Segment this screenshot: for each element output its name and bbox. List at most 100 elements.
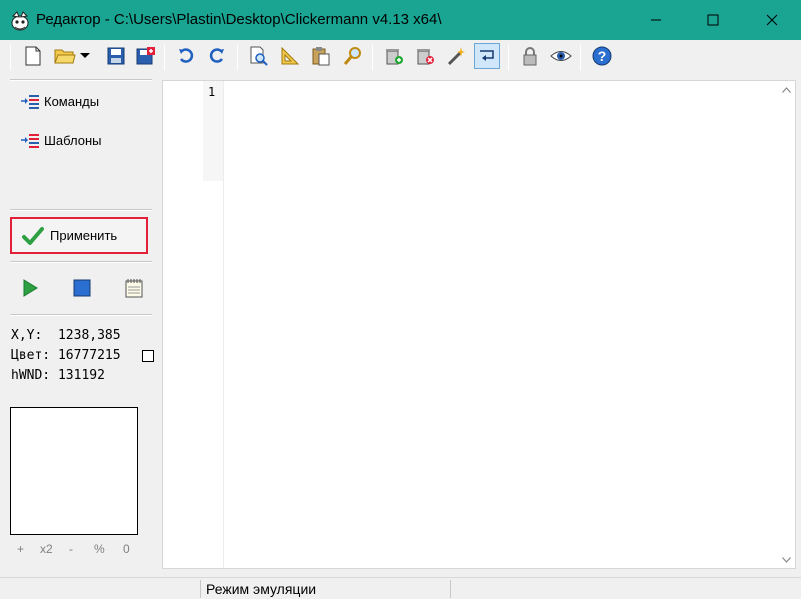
eye-icon — [550, 51, 572, 61]
redo-icon — [209, 48, 224, 63]
play-icon — [23, 279, 38, 297]
open-dropdown-button[interactable] — [78, 43, 92, 69]
scroll-up-button[interactable] — [778, 81, 795, 98]
floppy-red-icon — [136, 47, 155, 65]
wrap-icon — [480, 50, 494, 61]
sidebar-item-label: Команды — [44, 93, 100, 109]
gutter-border — [223, 81, 224, 568]
stop-button[interactable] — [70, 276, 94, 300]
sidebar-item-label: Шаблоны — [44, 132, 102, 148]
status-bar: Режим эмуляции — [0, 577, 801, 599]
toolbar-separator — [508, 44, 509, 70]
toolbar-separator — [164, 44, 165, 70]
color-readout: Цвет: 16777215 — [11, 348, 121, 363]
minimize-button[interactable] — [633, 0, 679, 40]
coords-value: 1238,385 — [57, 328, 121, 343]
wand-icon — [447, 47, 465, 66]
folder-open-icon — [54, 49, 76, 64]
status-mode: Режим эмуляции — [206, 581, 317, 597]
window-title: Редактор - C:\Users\Plastin\Desktop\Clic… — [36, 11, 442, 28]
color-swatch — [142, 350, 154, 362]
delete-trash-button[interactable] — [412, 43, 438, 69]
dropdown-arrow-icon — [80, 53, 90, 58]
commands-icon — [21, 95, 39, 109]
color-value: 16777215 — [57, 348, 121, 363]
zoom-plus-button[interactable]: + — [17, 542, 24, 556]
app-icon[interactable] — [9, 10, 31, 32]
toolbar: ? — [0, 40, 801, 73]
help-button[interactable]: ? — [589, 43, 615, 69]
search-button[interactable] — [340, 43, 366, 69]
divider — [10, 209, 152, 211]
notepad-icon — [125, 279, 143, 298]
ruler-button[interactable] — [277, 43, 303, 69]
apply-button-label: Применить — [50, 228, 118, 243]
zoom-percent-button[interactable]: % — [94, 542, 105, 556]
view-button[interactable] — [548, 43, 574, 69]
word-wrap-button[interactable] — [474, 43, 500, 69]
undo-icon — [179, 48, 194, 63]
status-divider — [450, 580, 451, 598]
apply-button[interactable]: Применить — [10, 217, 148, 254]
coords-label: X,Y: — [11, 328, 43, 343]
magnifier-icon — [343, 47, 361, 65]
checkmark-icon — [22, 226, 44, 245]
floppy-icon — [107, 47, 125, 65]
coords-readout: X,Y: 1238,385 — [11, 328, 121, 343]
lock-button[interactable] — [517, 43, 543, 69]
play-button[interactable] — [18, 276, 42, 300]
new-file-button[interactable] — [20, 43, 46, 69]
blank-page-icon — [25, 46, 41, 66]
undo-button[interactable] — [173, 43, 199, 69]
zoom-reset-button[interactable]: 0 — [123, 542, 130, 556]
clipboard-icon — [312, 47, 330, 66]
hwnd-label: hWND: — [11, 368, 51, 383]
chevron-up-icon — [782, 86, 791, 93]
trash-delete-icon — [417, 49, 434, 65]
svg-text:?: ? — [598, 48, 607, 64]
hwnd-value: 131192 — [57, 368, 105, 383]
ruler-triangle-icon — [281, 46, 300, 65]
toolbar-separator — [237, 44, 238, 70]
title-bar: Редактор - C:\Users\Plastin\Desktop\Clic… — [0, 0, 801, 40]
toolbar-separator — [372, 44, 373, 70]
zoom-x2-button[interactable]: x2 — [40, 542, 53, 556]
maximize-button[interactable] — [690, 0, 736, 40]
save-button[interactable] — [103, 43, 129, 69]
left-panel: Команды Шаблоны Применить X,Y: 1238,385 … — [0, 73, 160, 573]
sidebar-item-commands[interactable]: Команды — [20, 91, 99, 111]
divider — [10, 261, 152, 263]
divider — [10, 314, 152, 316]
line-number: 1 — [208, 85, 216, 99]
toolbar-separator — [10, 44, 11, 70]
sidebar-item-templates[interactable]: Шаблоны — [20, 130, 102, 150]
find-button[interactable] — [246, 43, 272, 69]
scroll-down-button[interactable] — [778, 551, 795, 568]
stop-icon — [73, 279, 91, 297]
close-button[interactable] — [749, 0, 795, 40]
zoom-controls: + x2 - % 0 — [10, 542, 140, 558]
lock-icon — [523, 47, 537, 66]
chevron-down-icon — [782, 556, 791, 563]
save-as-button[interactable] — [133, 43, 159, 69]
notes-button[interactable] — [122, 276, 146, 300]
redo-button[interactable] — [204, 43, 230, 69]
color-label: Цвет: — [11, 348, 51, 363]
code-editor[interactable]: 1 — [162, 80, 796, 569]
zoom-preview — [10, 407, 138, 535]
find-page-icon — [250, 46, 268, 66]
zoom-minus-button[interactable]: - — [69, 542, 73, 556]
magic-wand-button[interactable] — [443, 43, 469, 69]
hwnd-readout: hWND: 131192 — [11, 368, 105, 383]
toolbar-separator — [580, 44, 581, 70]
divider — [10, 79, 152, 81]
trash-add-icon — [386, 49, 403, 65]
templates-icon — [21, 134, 39, 148]
paste-button[interactable] — [308, 43, 334, 69]
status-divider — [200, 580, 201, 598]
add-trash-button[interactable] — [381, 43, 407, 69]
vertical-scrollbar[interactable] — [778, 81, 795, 568]
run-controls — [10, 276, 150, 300]
help-icon: ? — [592, 46, 612, 66]
open-file-button[interactable] — [52, 43, 78, 69]
